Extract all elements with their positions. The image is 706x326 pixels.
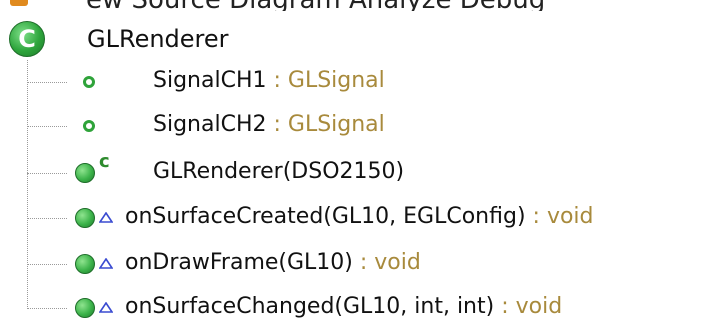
member-name: GLRenderer(DSO2150): [153, 159, 405, 184]
class-icon-letter: C: [18, 25, 36, 53]
member-separator: :: [266, 112, 288, 137]
class-node[interactable]: C GLRenderer: [9, 19, 229, 59]
class-icon: C: [9, 21, 45, 57]
member-name: onSurfaceCreated(GL10, EGLConfig): [125, 204, 526, 229]
member-separator: :: [525, 204, 547, 229]
tree-connector: [27, 264, 67, 265]
member-signature: onSurfaceCreated(GL10, EGLConfig) : void: [125, 204, 594, 229]
constructor-mark-icon: c: [99, 151, 110, 172]
clipped-menu-row: ew Source Diagram Analyze Debug: [0, 0, 706, 11]
class-name: GLRenderer: [87, 25, 229, 53]
tree-item-constructor[interactable]: c GLRenderer(DSO2150): [27, 151, 706, 191]
member-name: SignalCH1: [153, 68, 267, 93]
tree-connector: [27, 126, 67, 127]
tree-connector: [27, 173, 67, 174]
tree-connector: [27, 308, 67, 309]
member-separator: :: [352, 250, 375, 275]
member-type: void: [515, 294, 563, 319]
tree-connector: [27, 218, 67, 219]
outline-tree: ew Source Diagram Analyze Debug C GLRend…: [0, 0, 706, 323]
tree-connector: [27, 82, 67, 83]
member-type: void: [546, 204, 594, 229]
method-icon: [75, 298, 95, 318]
member-separator: :: [494, 294, 516, 319]
method-icon: [75, 254, 95, 274]
tree-item-field-signalch2[interactable]: SignalCH2 : GLSignal: [27, 108, 706, 144]
member-signature: SignalCH1 : GLSignal: [153, 68, 385, 93]
tree-item-field-signalch1[interactable]: SignalCH1 : GLSignal: [27, 64, 706, 100]
member-type: void: [374, 250, 421, 275]
member-type: GLSignal: [287, 112, 385, 137]
member-name: onDrawFrame(GL10): [125, 250, 353, 275]
method-icon: [75, 208, 95, 228]
member-signature: SignalCH2 : GLSignal: [153, 112, 385, 137]
member-type: GLSignal: [287, 68, 385, 93]
member-signature: onSurfaceChanged(GL10, int, int) : void: [125, 294, 562, 319]
clipped-menu-text: ew Source Diagram Analyze Debug: [86, 0, 545, 11]
member-name: SignalCH2: [153, 112, 267, 137]
field-icon: [83, 76, 95, 88]
member-separator: :: [266, 68, 288, 93]
member-signature: GLRenderer(DSO2150): [153, 159, 404, 184]
tree-item-method-onsurfacechanged[interactable]: onSurfaceChanged(GL10, int, int) : void: [27, 290, 706, 326]
member-name: onSurfaceChanged(GL10, int, int): [125, 294, 495, 319]
member-signature: onDrawFrame(GL10) : void: [125, 250, 421, 275]
field-icon: [83, 120, 95, 132]
tree-item-method-ondrawframe[interactable]: onDrawFrame(GL10) : void: [27, 246, 706, 282]
package-icon: [10, 0, 28, 6]
constructor-icon: [75, 163, 95, 183]
tree-item-method-onsurfacecreated[interactable]: onSurfaceCreated(GL10, EGLConfig) : void: [27, 200, 706, 236]
